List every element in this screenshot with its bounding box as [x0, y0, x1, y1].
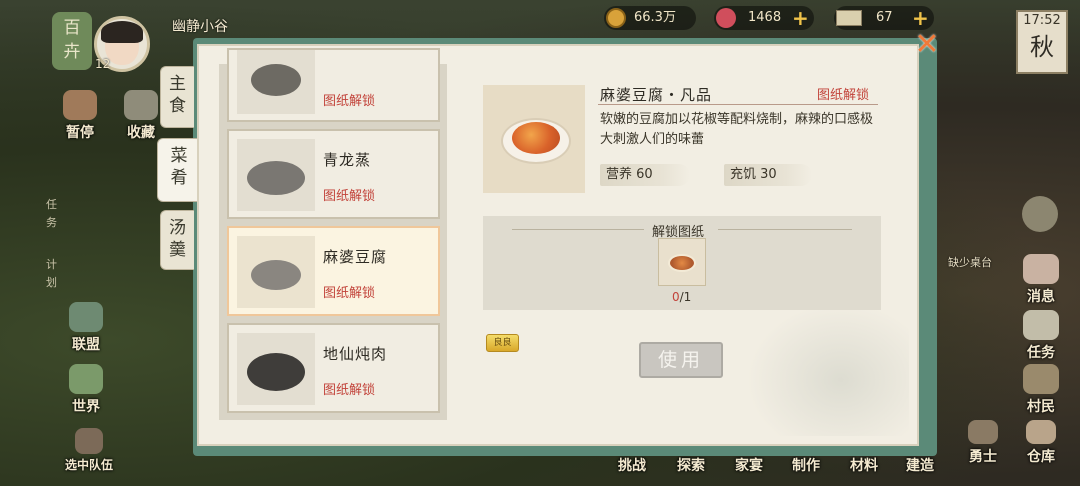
title-divider — [598, 104, 878, 105]
collect-label: 收藏 — [127, 125, 155, 141]
use-button[interactable]: 使用 — [639, 342, 723, 378]
tab-dishes-label: 菜肴 — [170, 146, 188, 188]
recipe-thumb — [237, 50, 315, 114]
recipe-name: 青龙蒸 — [323, 151, 372, 169]
bottom-explore[interactable]: 探索 — [677, 455, 705, 475]
player-level: 12 — [95, 57, 111, 71]
alliance-label: 联盟 — [72, 337, 100, 353]
add-gem-icon[interactable]: + — [792, 6, 809, 30]
header-rule-left — [512, 229, 644, 230]
side-task-label[interactable]: 任务 — [46, 196, 60, 232]
season-label: 秋 — [1030, 33, 1054, 61]
task-button[interactable]: 任务 — [1016, 310, 1066, 362]
stew-pot-icon — [247, 353, 305, 391]
bottom-material[interactable]: 材料 — [850, 455, 878, 475]
recipe-thumb — [237, 139, 315, 211]
clock-time: 17:52 — [1023, 13, 1061, 28]
tab-staple-label: 主食 — [169, 74, 186, 116]
world-icon — [69, 364, 103, 394]
blueprint-dish-icon — [668, 254, 696, 272]
mapo-tofu-icon — [512, 122, 560, 154]
blueprint-need: /1 — [679, 290, 692, 304]
world-label: 世界 — [72, 399, 100, 415]
warrior-button[interactable]: 勇士 — [958, 420, 1008, 466]
copper-pill: 66.3万 — [604, 6, 696, 30]
villager-label: 村民 — [1027, 399, 1055, 415]
flower-icon[interactable] — [1022, 196, 1058, 232]
bottom-challenge[interactable]: 挑战 — [618, 455, 646, 475]
quality-tag: 良良 — [486, 334, 519, 352]
bottom-craft[interactable]: 制作 — [792, 455, 820, 475]
warehouse-icon — [1026, 420, 1056, 444]
tab-staple[interactable]: 主食 — [160, 66, 194, 128]
team-label: 选中队伍 — [64, 458, 113, 472]
recipe-status: 图纸解锁 — [323, 286, 376, 301]
gem-icon — [716, 8, 736, 28]
task-label: 任务 — [1027, 345, 1055, 361]
warehouse-label: 仓库 — [1027, 449, 1055, 465]
blueprint-count: 0/1 — [672, 290, 691, 304]
tab-soup[interactable]: 汤羹 — [160, 210, 194, 270]
message-label: 消息 — [1027, 289, 1055, 305]
alliance-button[interactable]: 联盟 — [63, 302, 109, 354]
dish-title: 麻婆豆腐・凡品 — [600, 86, 713, 104]
team-icon — [75, 428, 103, 454]
satiety-stat: 充饥 30 — [724, 164, 812, 186]
landscape-decoration — [739, 296, 909, 436]
recipe-card-selected[interactable]: 麻婆豆腐 图纸解锁 — [227, 226, 440, 316]
message-button[interactable]: 消息 — [1016, 254, 1066, 306]
pause-label: 暂停 — [66, 125, 94, 141]
player-name: 幽静小谷 — [172, 19, 228, 35]
region-badge-text: 百卉 — [63, 18, 81, 62]
recipe-name: 地仙炖肉 — [323, 345, 388, 363]
scroll-icon — [1023, 310, 1059, 340]
gem-value: 1468 — [748, 10, 782, 25]
tab-dishes[interactable]: 菜肴 — [157, 138, 197, 202]
warehouse-button[interactable]: 仓库 — [1016, 420, 1066, 466]
warrior-label: 勇士 — [969, 449, 997, 465]
header-rule-right — [718, 229, 852, 230]
team-button[interactable]: 选中队伍 — [58, 428, 120, 473]
message-icon — [1023, 254, 1059, 284]
coin-icon — [606, 8, 626, 28]
ticket-icon — [836, 10, 862, 26]
bottom-feast[interactable]: 家宴 — [735, 455, 763, 475]
villager-icon — [1023, 364, 1059, 394]
avatar-hair — [101, 21, 143, 43]
collect-button[interactable]: 收藏 — [118, 90, 164, 142]
season-clock[interactable]: 17:52 秋 — [1016, 10, 1068, 74]
alliance-icon — [69, 302, 103, 332]
villager-button[interactable]: 村民 — [1016, 364, 1066, 416]
pause-button[interactable]: 暂停 — [57, 90, 103, 142]
house-icon — [124, 90, 158, 120]
world-button[interactable]: 世界 — [63, 364, 109, 416]
recipe-status: 图纸解锁 — [323, 383, 376, 398]
tab-soup-label: 汤羹 — [169, 218, 186, 260]
recipe-card[interactable]: 青龙蒸 图纸解锁 — [227, 129, 440, 219]
dish-description: 软嫩的豆腐加以花椒等配料烧制，麻辣的口感极大刺激人们的味蕾 — [600, 112, 874, 147]
recipe-thumb — [237, 236, 315, 308]
tofu-dish-icon — [251, 260, 301, 290]
side-plan-label[interactable]: 计划 — [46, 256, 60, 292]
dish-unlock-status: 图纸解锁 — [817, 88, 870, 103]
close-icon[interactable]: ✕ — [912, 30, 942, 60]
recipe-status: 图纸解锁 — [323, 94, 376, 109]
recipe-thumb — [237, 333, 315, 405]
blueprint-have: 0 — [672, 290, 680, 304]
steamed-dish-icon — [247, 161, 305, 195]
bowl-icon — [251, 64, 301, 96]
recipe-card[interactable]: 地仙炖肉 图纸解锁 — [227, 323, 440, 413]
copper-value: 66.3万 — [634, 10, 676, 25]
gem-pill: 1468 + — [714, 6, 814, 30]
bottom-build[interactable]: 建造 — [906, 455, 934, 475]
mushroom-icon — [63, 90, 97, 120]
warrior-icon — [968, 420, 998, 444]
recipe-card[interactable]: 图纸解锁 — [227, 48, 440, 122]
nutrition-stat: 营养 60 — [600, 164, 690, 186]
ticket-value: 67 — [876, 10, 893, 25]
recipe-status: 图纸解锁 — [323, 189, 376, 204]
recipe-name: 麻婆豆腐 — [323, 248, 388, 266]
missing-table-hint: 缺少桌台 — [948, 256, 992, 269]
